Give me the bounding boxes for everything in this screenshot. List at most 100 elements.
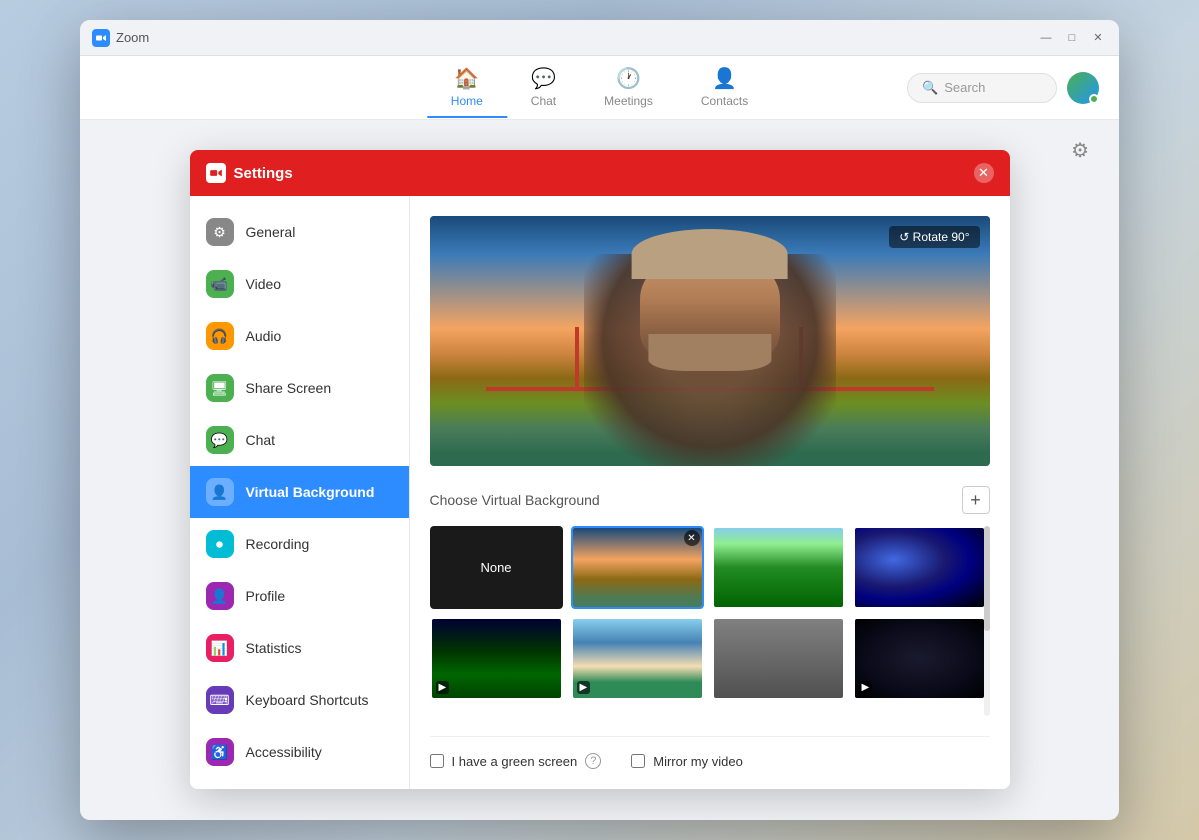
- bg-image-forest: [714, 528, 843, 607]
- video-badge-aurora: ▶: [436, 681, 450, 694]
- sidebar-item-profile[interactable]: 👤 Profile: [190, 570, 409, 622]
- bg-image-space: [855, 528, 984, 607]
- settings-title: Settings: [234, 165, 293, 182]
- bg-thumb-room[interactable]: [712, 617, 845, 700]
- bg-chooser-title: Choose Virtual Background: [430, 492, 600, 508]
- bg-thumb-forest[interactable]: [712, 526, 845, 609]
- general-icon: ⚙: [206, 218, 234, 246]
- bg-thumb-none[interactable]: None: [430, 526, 563, 609]
- avatar-status-dot: [1089, 94, 1099, 104]
- sidebar-label-keyboard-shortcuts: Keyboard Shortcuts: [246, 692, 369, 708]
- tab-home-label: Home: [451, 94, 483, 108]
- info-icon[interactable]: ?: [585, 753, 601, 769]
- bg-image-beach: [573, 619, 702, 698]
- bg-none-label: None: [480, 560, 511, 575]
- window-controls: — □ ✕: [1037, 29, 1107, 47]
- main-area: ⚙ Settings ✕: [80, 120, 1119, 820]
- tab-meetings-label: Meetings: [604, 94, 653, 108]
- accessibility-icon: ♿: [206, 738, 234, 766]
- video-badge-beach: ▶: [577, 681, 591, 694]
- bg-thumb-aurora[interactable]: ▶: [430, 617, 563, 700]
- audio-icon: 🎧: [206, 322, 234, 350]
- bg-thumb-close-icon[interactable]: ✕: [684, 530, 700, 546]
- sidebar-item-accessibility[interactable]: ♿ Accessibility: [190, 726, 409, 778]
- tab-contacts[interactable]: 👤 Contacts: [677, 58, 772, 118]
- chat-icon: 💬: [531, 66, 556, 91]
- settings-header: Settings ✕: [190, 150, 1010, 196]
- sidebar-label-general: General: [246, 224, 296, 240]
- minimize-button[interactable]: —: [1037, 29, 1055, 47]
- tab-meetings[interactable]: 🕐 Meetings: [580, 58, 677, 118]
- search-placeholder: Search: [944, 80, 985, 95]
- settings-header-left: Settings: [206, 163, 293, 183]
- settings-sidebar: ⚙ General 📹 Video 🎧 Audio 🖥 Share Screen: [190, 196, 410, 789]
- recording-icon: ⏺: [206, 530, 234, 558]
- video-preview: ↺ Rotate 90°: [430, 216, 990, 466]
- sidebar-item-recording[interactable]: ⏺ Recording: [190, 518, 409, 570]
- bg-thumb-beach[interactable]: ▶: [571, 617, 704, 700]
- sidebar-item-virtual-background[interactable]: 👤 Virtual Background: [190, 466, 409, 518]
- sidebar-label-recording: Recording: [246, 536, 310, 552]
- contacts-icon: 👤: [712, 66, 737, 91]
- sidebar-label-share-screen: Share Screen: [246, 380, 332, 396]
- bg-thumbnail-grid: None ✕: [430, 526, 990, 700]
- bg-image-golden-gate: [573, 528, 702, 607]
- sidebar-label-virtual-background: Virtual Background: [246, 484, 375, 500]
- app-title: Zoom: [116, 30, 149, 45]
- bg-chooser-header: Choose Virtual Background +: [430, 486, 990, 514]
- scrollbar-thumb[interactable]: [984, 526, 990, 631]
- bg-thumb-space[interactable]: [853, 526, 986, 609]
- mirror-video-label: Mirror my video: [653, 754, 743, 769]
- share-screen-icon: 🖥: [206, 374, 234, 402]
- tab-chat[interactable]: 💬 Chat: [507, 58, 580, 118]
- app-window: Zoom — □ ✕ 🏠 Home 💬 Chat 🕐 Meetings 👤: [80, 20, 1119, 820]
- statistics-icon: 📊: [206, 634, 234, 662]
- rotate-button[interactable]: ↺ Rotate 90°: [889, 226, 979, 248]
- sidebar-item-keyboard-shortcuts[interactable]: ⌨ Keyboard Shortcuts: [190, 674, 409, 726]
- title-bar: Zoom — □ ✕: [80, 20, 1119, 56]
- search-bar[interactable]: 🔍 Search: [907, 73, 1057, 103]
- tab-chat-label: Chat: [531, 94, 556, 108]
- gear-icon[interactable]: ⚙: [1071, 138, 1089, 163]
- bg-thumb-stars[interactable]: ▶: [853, 617, 986, 700]
- mirror-video-option[interactable]: Mirror my video: [631, 754, 743, 769]
- chat-sidebar-icon: 💬: [206, 426, 234, 454]
- sidebar-item-general[interactable]: ⚙ General: [190, 206, 409, 258]
- settings-modal: Settings ✕ ⚙ General 📹 Video: [190, 150, 1010, 789]
- sidebar-item-video[interactable]: 📹 Video: [190, 258, 409, 310]
- options-row: I have a green screen ? Mirror my video: [430, 736, 990, 769]
- zoom-logo-icon: [92, 29, 110, 47]
- green-screen-label: I have a green screen: [452, 754, 578, 769]
- keyboard-shortcuts-icon: ⌨: [206, 686, 234, 714]
- sidebar-item-chat[interactable]: 💬 Chat: [190, 414, 409, 466]
- green-screen-checkbox[interactable]: [430, 754, 444, 768]
- title-bar-logo: Zoom: [92, 29, 149, 47]
- settings-close-button[interactable]: ✕: [974, 163, 994, 183]
- mirror-video-checkbox[interactable]: [631, 754, 645, 768]
- sidebar-label-statistics: Statistics: [246, 640, 302, 656]
- sidebar-label-accessibility: Accessibility: [246, 744, 322, 760]
- sidebar-item-statistics[interactable]: 📊 Statistics: [190, 622, 409, 674]
- bg-image-stars: [855, 619, 984, 698]
- add-background-button[interactable]: +: [962, 486, 990, 514]
- sidebar-item-share-screen[interactable]: 🖥 Share Screen: [190, 362, 409, 414]
- settings-content: ↺ Rotate 90° Choose Virtual Background +…: [410, 196, 1010, 789]
- green-screen-option[interactable]: I have a green screen ?: [430, 753, 602, 769]
- bg-thumb-golden-gate[interactable]: ✕: [571, 526, 704, 609]
- tab-home[interactable]: 🏠 Home: [427, 58, 507, 118]
- bg-image-aurora: [432, 619, 561, 698]
- sidebar-label-chat: Chat: [246, 432, 276, 448]
- meetings-icon: 🕐: [616, 66, 641, 91]
- settings-logo-icon: [206, 163, 226, 183]
- profile-icon: 👤: [206, 582, 234, 610]
- maximize-button[interactable]: □: [1063, 29, 1081, 47]
- scrollbar-track: [984, 526, 990, 716]
- nav-tabs: 🏠 Home 💬 Chat 🕐 Meetings 👤 Contacts: [427, 58, 772, 118]
- home-icon: 🏠: [454, 66, 479, 91]
- video-badge-stars: ▶: [859, 681, 873, 694]
- settings-body: ⚙ General 📹 Video 🎧 Audio 🖥 Share Screen: [190, 196, 1010, 789]
- nav-bar: 🏠 Home 💬 Chat 🕐 Meetings 👤 Contacts 🔍 Se…: [80, 56, 1119, 120]
- avatar[interactable]: [1067, 72, 1099, 104]
- close-button[interactable]: ✕: [1089, 29, 1107, 47]
- sidebar-item-audio[interactable]: 🎧 Audio: [190, 310, 409, 362]
